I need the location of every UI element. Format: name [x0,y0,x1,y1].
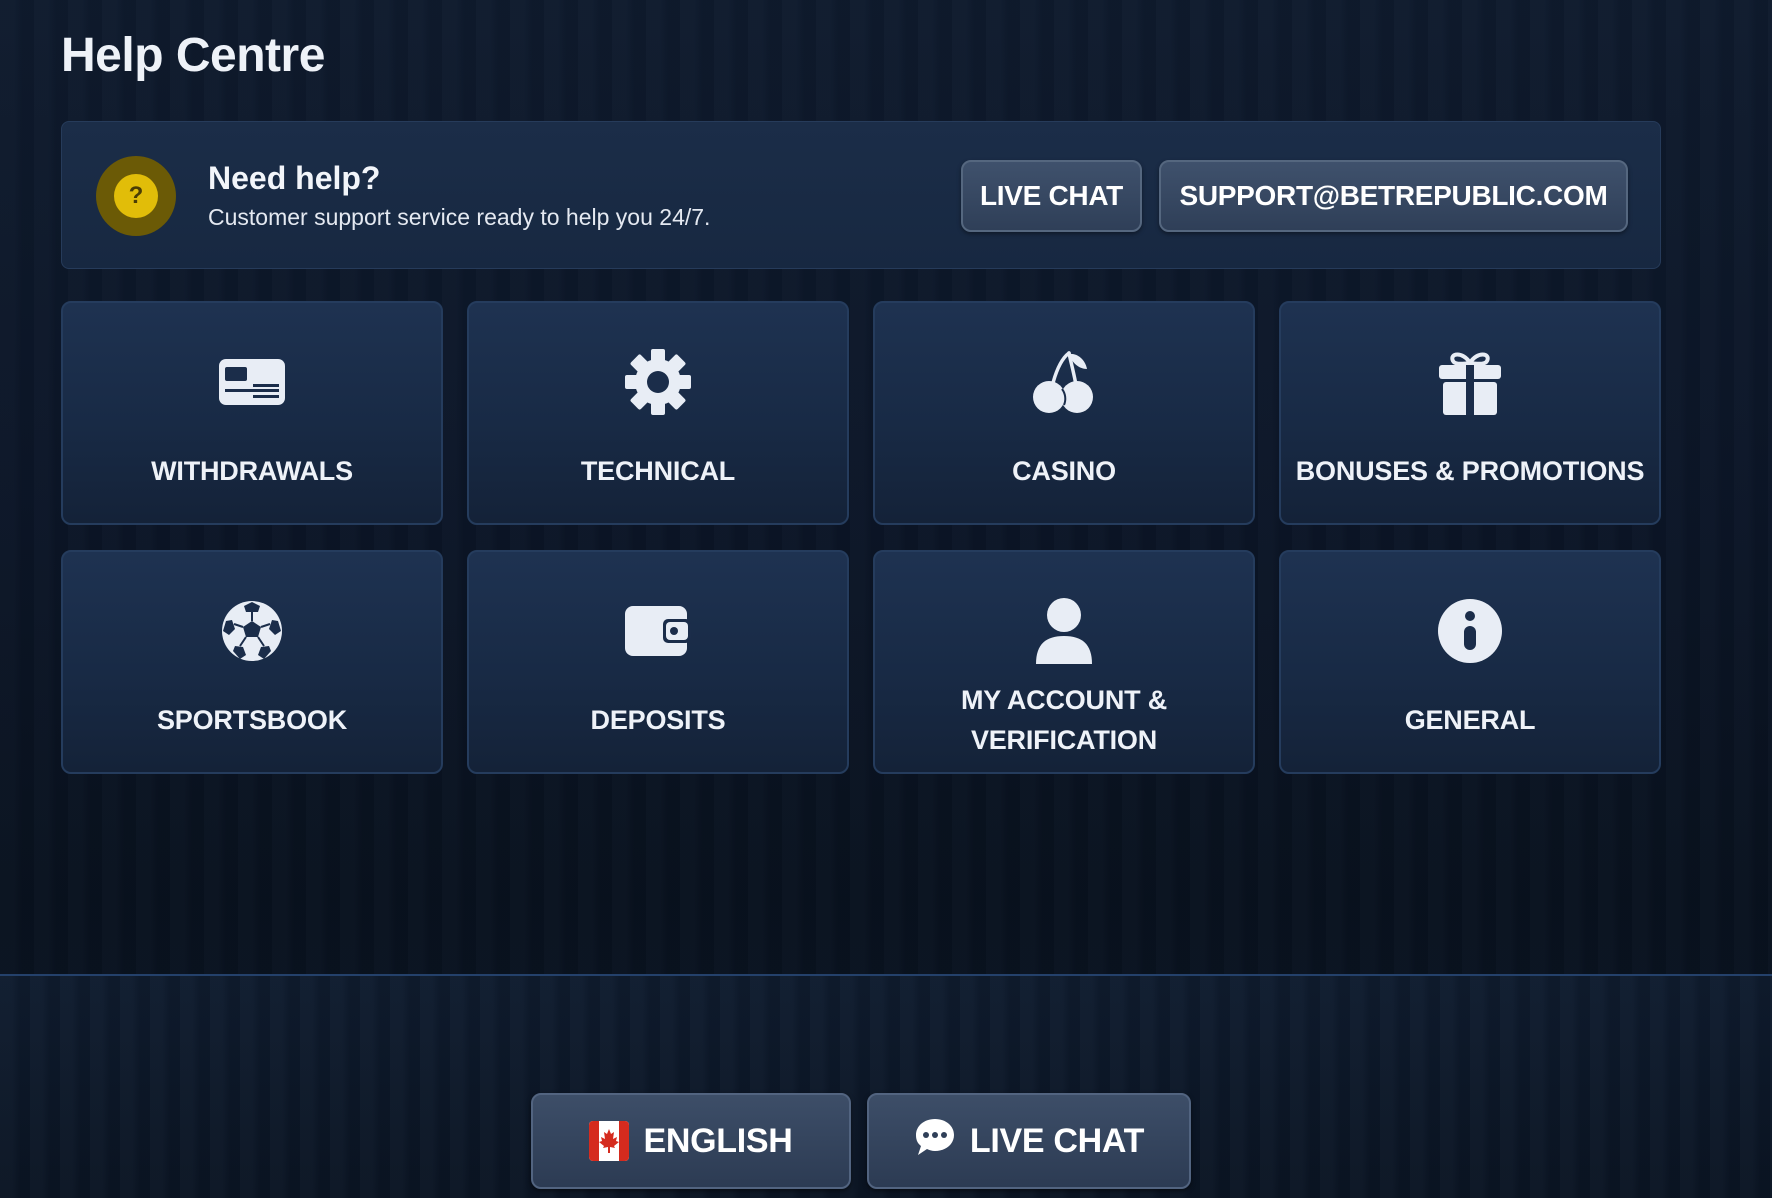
canada-flag-icon [589,1121,630,1161]
support-email-button[interactable]: SUPPORT@BETREPUBLIC.COM [1159,160,1628,232]
category-technical[interactable]: TECHNICAL [467,301,849,525]
category-my-account-verification[interactable]: MY ACCOUNT & VERIFICATION [873,550,1255,774]
page-title: Help Centre [61,29,325,82]
category-deposits[interactable]: DEPOSITS [467,550,849,774]
question-icon: ? [96,156,176,236]
category-withdrawals[interactable]: WITHDRAWALS [61,301,443,525]
category-label: GENERAL [1404,705,1536,735]
language-button[interactable]: ENGLISH [531,1093,851,1189]
chat-bubble-icon [914,1117,956,1166]
category-label: DEPOSITS [590,705,726,735]
card-icon [217,347,287,417]
footer-live-chat-button[interactable]: LIVE CHAT [867,1093,1191,1189]
language-label: ENGLISH [643,1121,793,1160]
category-label: BONUSES & PROMOTIONS [1295,456,1645,486]
soccer-ball-icon [217,596,287,666]
category-label: CASINO [1012,456,1116,486]
help-panel: ? Need help? Customer support service re… [61,121,1661,269]
help-heading: Need help? [208,160,381,196]
category-label: WITHDRAWALS [151,456,353,486]
category-bonuses-promotions[interactable]: BONUSES & PROMOTIONS [1279,301,1661,525]
help-subtext: Customer support service ready to help y… [208,204,711,230]
user-icon [1029,596,1099,666]
info-icon [1435,596,1505,666]
category-label: SPORTSBOOK [156,705,348,735]
category-label: TECHNICAL [580,456,736,486]
live-chat-button[interactable]: LIVE CHAT [961,160,1142,232]
category-label: MY ACCOUNT & VERIFICATION [960,685,1168,755]
cherries-icon [1029,347,1099,417]
gear-icon [623,347,693,417]
footer: ENGLISH LIVE CHAT [0,976,1772,1198]
category-general[interactable]: GENERAL [1279,550,1661,774]
question-mark: ? [114,174,158,218]
category-casino[interactable]: CASINO [873,301,1255,525]
category-sportsbook[interactable]: SPORTSBOOK [61,550,443,774]
footer-live-chat-label: LIVE CHAT [969,1121,1145,1160]
gift-icon [1435,347,1505,417]
wallet-icon [623,596,693,666]
category-grid: WITHDRAWALS TECHNICAL CASINO BONUSES & P… [61,301,1661,774]
